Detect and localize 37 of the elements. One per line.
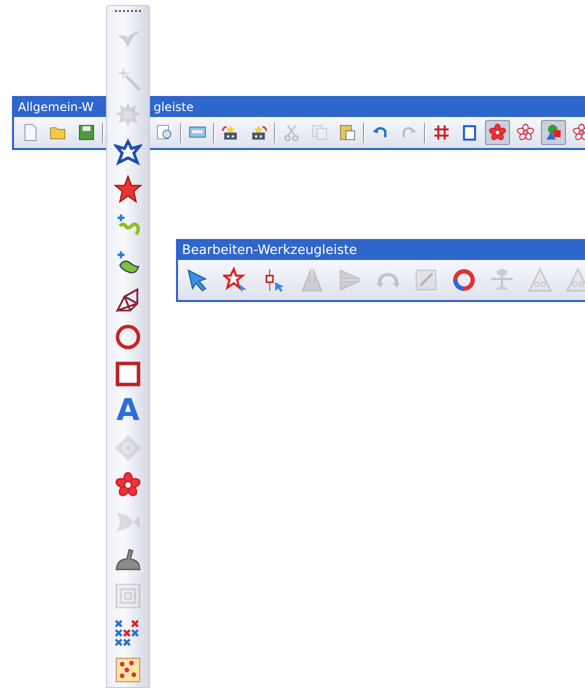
save-icon: [77, 123, 96, 142]
burst-icon: [114, 101, 142, 129]
star-outline-icon: [114, 138, 142, 166]
grip-handle[interactable]: [115, 10, 141, 13]
mirror-h-icon: [337, 267, 363, 293]
ring-icon: [451, 267, 477, 293]
flower-outline-icon: [516, 123, 535, 142]
align-icon: [489, 267, 515, 293]
flower-icon: [114, 471, 142, 499]
triangle-icon: [565, 267, 585, 293]
mirror-v-icon: [299, 267, 325, 293]
toolbar-title: gleiste: [154, 99, 194, 116]
tool-button[interactable]: [111, 172, 145, 206]
star-icon: [114, 175, 142, 203]
paste-icon: [338, 123, 357, 142]
shapes-icon: [544, 123, 563, 142]
copy-icon: [310, 123, 329, 142]
frames-icon: [114, 582, 142, 610]
toolbar-title: Allgemein-W: [18, 99, 94, 116]
magnifier-icon: [155, 123, 174, 142]
diamond-icon: [114, 434, 142, 462]
flower-icon: [488, 123, 507, 142]
import-icon: [221, 123, 240, 142]
dots-icon: [114, 656, 142, 684]
triangle-icon: [527, 267, 553, 293]
star-pointer-icon: [223, 267, 249, 293]
page-icon: [460, 123, 479, 142]
scissors-icon: [282, 123, 301, 142]
letter-icon: A: [116, 396, 140, 426]
wand-icon: [114, 64, 142, 92]
scale-icon: [413, 267, 439, 293]
circle-icon: [114, 323, 142, 351]
export-icon: [249, 123, 268, 142]
square-icon: [114, 360, 142, 388]
toolbar-title: Bearbeiten-Werkzeugleiste: [178, 241, 585, 260]
grid-icon: [432, 123, 451, 142]
tool-button[interactable]: A: [111, 394, 145, 428]
